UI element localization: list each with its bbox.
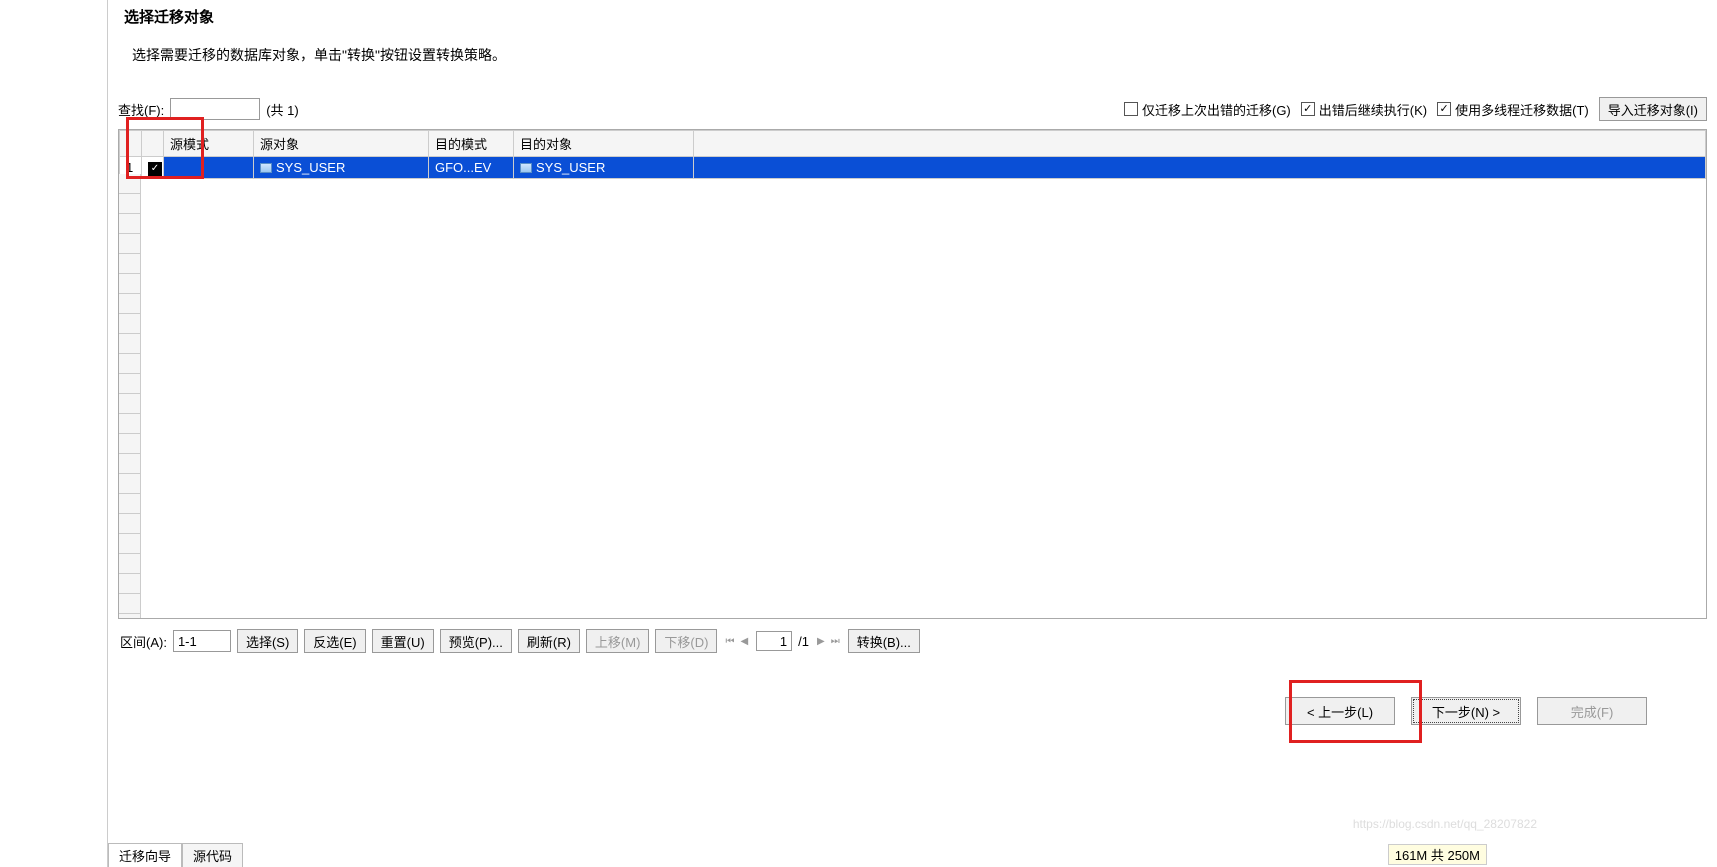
checkbox-icon [1437,102,1451,116]
reset-button[interactable]: 重置(U) [372,629,434,653]
cell-src-schema [164,157,254,179]
chk-continue-on-error[interactable]: 出错后继续执行(K) [1301,100,1427,119]
cell-src-object: SYS_USER [254,157,429,179]
nav-first-icon[interactable]: ⏮ [723,636,736,647]
status-memory: 161M 共 250M [1388,844,1487,865]
page-input[interactable] [756,631,792,651]
table-icon [260,163,272,173]
previous-step-button[interactable]: < 上一步(L) [1285,697,1395,725]
chk-multithread[interactable]: 使用多线程迁移数据(T) [1437,100,1589,119]
nav-next-last: ▶ ⏭ [815,636,842,647]
checkbox-icon [1124,102,1138,116]
chk-multithread-label: 使用多线程迁移数据(T) [1455,100,1589,119]
page-total: /1 [798,634,809,649]
nav-next-icon[interactable]: ▶ [815,636,827,647]
page-subtitle: 选择需要迁移的数据库对象，单击"转换"按钮设置转换策略。 [118,45,1707,65]
search-toolbar: 查找(F): (共 1) 仅迁移上次出错的迁移(G) 出错后继续执行(K) 使用… [118,97,1707,121]
chk-only-error-label: 仅迁移上次出错的迁移(G) [1142,100,1291,119]
preview-button[interactable]: 预览(P)... [440,629,512,653]
col-src-object[interactable]: 源对象 [254,131,429,157]
nav-last-icon[interactable]: ⏭ [829,636,842,647]
find-input[interactable] [170,98,260,120]
header-area: 选择迁移对象 选择需要迁移的数据库对象，单击"转换"按钮设置转换策略。 [118,0,1707,97]
chk-continue-label: 出错后继续执行(K) [1319,100,1427,119]
watermark: https://blog.csdn.net/qq_28207822 [1353,817,1537,831]
cell-dst-schema: GFO...EV [429,157,514,179]
wizard-footer: < 上一步(L) 下一步(N) > 完成(F) [118,697,1707,725]
tab-wizard[interactable]: 迁移向导 [108,843,182,867]
cell-dst-object: SYS_USER [514,157,694,179]
next-step-button[interactable]: 下一步(N) > [1411,697,1521,725]
nav-first-prev: ⏮ ◀ [723,636,750,647]
move-up-button: 上移(M) [586,629,650,653]
find-label: 查找(F): [118,100,164,119]
refresh-button[interactable]: 刷新(R) [518,629,580,653]
chk-only-error[interactable]: 仅迁移上次出错的迁移(G) [1124,100,1291,119]
row-checkbox-cell[interactable] [142,157,164,179]
bottom-toolbar: 区间(A): 选择(S) 反选(E) 重置(U) 预览(P)... 刷新(R) … [118,629,1707,653]
checkbox-icon [1301,102,1315,116]
table-row[interactable]: 1 SYS_USER GFO...EV SYS_USER [120,157,1706,179]
row-gutter [119,174,141,618]
object-table: 源模式 源对象 目的模式 目的对象 1 SYS_USER GFO...EV SY… [118,129,1707,619]
col-check[interactable] [142,131,164,157]
table-header-row: 源模式 源对象 目的模式 目的对象 [120,131,1706,157]
page-title: 选择迁移对象 [118,6,1707,27]
tabs-bottom: 迁移向导 源代码 [108,843,243,867]
import-objects-button[interactable]: 导入迁移对象(I) [1599,97,1707,121]
col-rownum[interactable] [120,131,142,157]
col-src-schema[interactable]: 源模式 [164,131,254,157]
move-down-button: 下移(D) [655,629,717,653]
range-label: 区间(A): [120,632,167,651]
find-count: (共 1) [266,100,299,119]
main-panel: 选择迁移对象 选择需要迁移的数据库对象，单击"转换"按钮设置转换策略。 查找(F… [108,0,1717,867]
cell-empty [694,157,1706,179]
col-dst-object[interactable]: 目的对象 [514,131,694,157]
transform-button[interactable]: 转换(B)... [848,629,920,653]
nav-prev-icon[interactable]: ◀ [738,636,750,647]
select-button[interactable]: 选择(S) [237,629,298,653]
tab-source[interactable]: 源代码 [182,843,243,867]
col-rest [694,131,1706,157]
left-sidebar [0,0,108,867]
inverse-select-button[interactable]: 反选(E) [304,629,365,653]
finish-button: 完成(F) [1537,697,1647,725]
col-dst-schema[interactable]: 目的模式 [429,131,514,157]
checkbox-checked-icon [148,162,162,176]
table-icon [520,163,532,173]
range-input[interactable] [173,630,231,652]
